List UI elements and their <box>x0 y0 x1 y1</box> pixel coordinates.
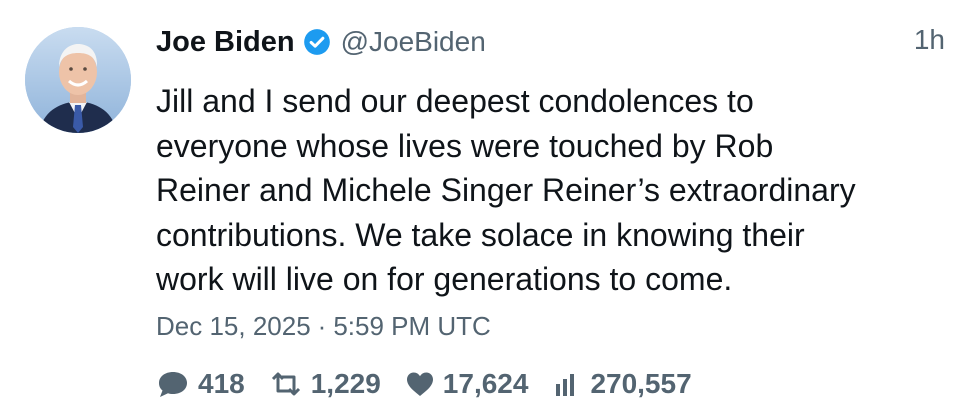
display-name[interactable]: Joe Biden <box>156 26 295 59</box>
retweet-icon <box>271 372 300 396</box>
avatar-image <box>25 27 131 133</box>
relative-timestamp[interactable]: 1h <box>914 24 945 56</box>
tweet-date: Dec 15, 2025 <box>156 311 311 341</box>
tweet-card[interactable]: Joe Biden @JoeBiden 1h Jill and I send o… <box>0 0 972 416</box>
reply-count: 418 <box>198 368 245 399</box>
handle[interactable]: @JoeBiden <box>341 26 486 58</box>
tweet-stats: 418 1,229 17,624 270,557 <box>156 364 716 404</box>
tweet-date-meta[interactable]: Dec 15, 2025 · 5:59 PM UTC <box>156 311 491 342</box>
heart-icon <box>406 372 433 396</box>
reply-icon <box>159 372 187 397</box>
meta-separator: · <box>317 311 327 341</box>
views-button[interactable]: 270,557 <box>552 368 692 400</box>
retweet-count: 1,229 <box>310 368 381 399</box>
tweet-time: 5:59 PM UTC <box>333 311 491 341</box>
avatar[interactable] <box>25 27 131 133</box>
retweet-button[interactable]: 1,229 <box>269 368 381 400</box>
views-chart-icon <box>556 374 575 396</box>
reply-button[interactable]: 418 <box>156 368 245 400</box>
like-button[interactable]: 17,624 <box>405 368 529 400</box>
like-count: 17,624 <box>442 368 529 399</box>
tweet-text: Jill and I send our deepest condolences … <box>156 83 856 297</box>
tweet-header: Joe Biden @JoeBiden <box>156 22 956 62</box>
view-count: 270,557 <box>590 368 692 399</box>
verified-badge-icon <box>303 28 331 56</box>
